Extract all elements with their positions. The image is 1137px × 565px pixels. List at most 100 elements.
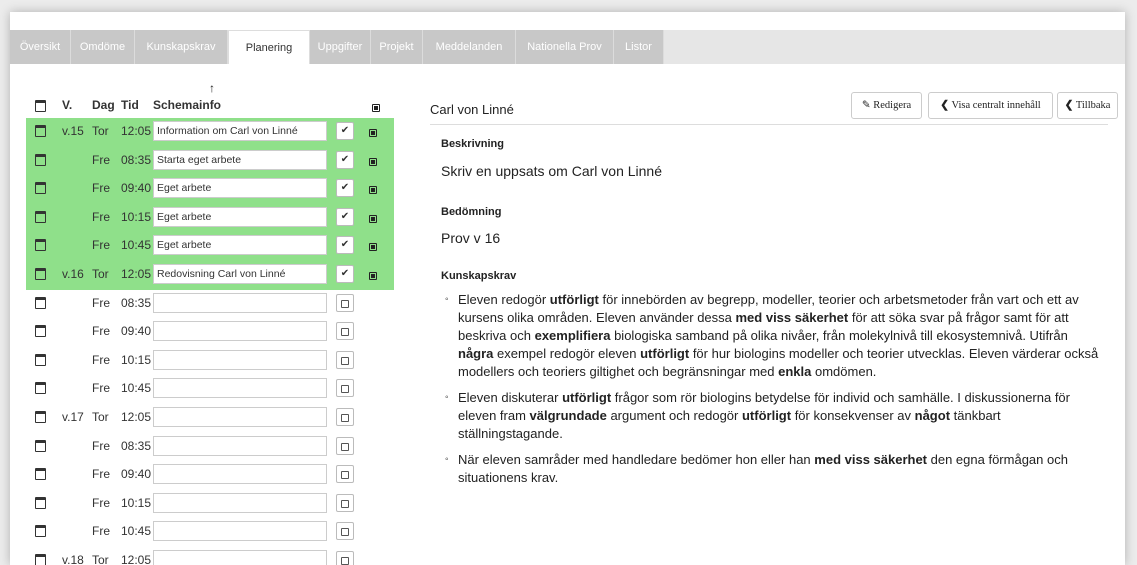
time-cell: 10:45	[121, 381, 152, 396]
calendar-icon[interactable]	[35, 382, 46, 397]
calendar-icon[interactable]	[35, 268, 46, 283]
row-checkbox[interactable]	[336, 493, 354, 512]
row-toggle-icon[interactable]	[369, 183, 377, 197]
day-cell: Fre	[92, 381, 110, 396]
row-toggle-icon[interactable]	[369, 240, 377, 254]
row-checkbox[interactable]: ✔	[336, 265, 354, 283]
table-row: Fre 08:35	[26, 290, 396, 318]
day-cell: Tor	[92, 410, 109, 424]
calendar-icon[interactable]	[35, 439, 46, 455]
calendar-icon[interactable]	[35, 296, 46, 312]
tab-oversikt[interactable]: Översikt	[10, 30, 71, 64]
table-row: Fre 10:45	[26, 375, 396, 403]
header-schemainfo[interactable]: Schemainfo	[153, 98, 221, 112]
table-row: Fre 10:15	[26, 490, 396, 518]
schemainfo-input[interactable]	[153, 521, 327, 542]
back-button[interactable]: ❮ Tillbaka	[1057, 92, 1118, 119]
day-cell: Fre	[92, 295, 110, 310]
row-checkbox[interactable]	[336, 293, 354, 312]
row-toggle-icon[interactable]	[369, 212, 377, 226]
tab-omdome[interactable]: Omdöme	[71, 30, 135, 64]
calendar-icon[interactable]	[35, 325, 46, 340]
calendar-icon[interactable]	[35, 525, 46, 540]
schemainfo-input[interactable]: Eget arbete	[153, 206, 327, 227]
row-toggle-icon[interactable]	[369, 269, 377, 283]
calendar-icon[interactable]	[35, 210, 46, 226]
schemainfo-input[interactable]: Eget arbete	[153, 235, 327, 256]
tab-meddelanden[interactable]: Meddelanden	[423, 30, 516, 64]
schemainfo-input[interactable]	[153, 349, 327, 370]
row-checkbox[interactable]: ✔	[336, 179, 354, 198]
table-row: v.15 Tor 12:05 Information om Carl von Linn…	[26, 118, 396, 146]
calendar-icon[interactable]	[35, 153, 46, 169]
table-row: v.16 Tor 12:05 Redovisning Carl von Linné ✔	[26, 261, 396, 289]
description-text: Skriv en uppsats om Carl von Linné	[441, 163, 662, 179]
edit-button[interactable]: ✎ Redigera	[851, 92, 922, 119]
calendar-icon[interactable]	[35, 496, 46, 512]
tab-nationella-prov[interactable]: Nationella Prov	[516, 30, 614, 64]
day-cell: Tor	[92, 124, 109, 138]
time-cell: 10:45	[121, 524, 152, 539]
calendar-icon[interactable]	[35, 554, 46, 565]
header-calendar-icon[interactable]	[35, 100, 46, 115]
tab-planering[interactable]: Planering	[228, 30, 310, 64]
day-cell: Fre	[92, 238, 110, 253]
schemainfo-input[interactable]	[153, 407, 327, 427]
schemainfo-input[interactable]	[153, 378, 327, 399]
day-cell: Fre	[92, 438, 110, 453]
calendar-icon[interactable]	[35, 125, 46, 140]
row-checkbox[interactable]	[336, 408, 354, 426]
time-cell: 08:35	[121, 295, 152, 310]
schemainfo-input[interactable]	[153, 464, 327, 485]
row-checkbox[interactable]	[336, 522, 354, 541]
row-toggle-icon[interactable]	[369, 155, 377, 169]
sort-arrow-icon[interactable]: ↑	[209, 81, 215, 95]
calendar-icon[interactable]	[35, 353, 46, 369]
row-checkbox[interactable]: ✔	[336, 150, 354, 169]
row-checkbox[interactable]: ✔	[336, 236, 354, 255]
show-central-content-button[interactable]: ❮ Visa centralt innehåll	[928, 92, 1053, 119]
schemainfo-input[interactable]: Eget arbete	[153, 178, 327, 199]
row-checkbox[interactable]	[336, 350, 354, 369]
row-checkbox[interactable]	[336, 551, 354, 565]
table-row: Fre 09:40	[26, 318, 396, 346]
tab-projekt[interactable]: Projekt	[371, 30, 423, 64]
calendar-icon[interactable]	[35, 411, 46, 426]
week-cell: v.18	[62, 553, 84, 565]
row-checkbox[interactable]: ✔	[336, 122, 354, 140]
header-toggle-icon[interactable]	[372, 101, 380, 115]
week-cell: v.15	[62, 124, 84, 138]
schemainfo-input[interactable]	[153, 550, 327, 565]
table-row: Fre 10:45 Eget arbete ✔	[26, 232, 396, 260]
row-checkbox[interactable]	[336, 465, 354, 484]
schemainfo-input[interactable]	[153, 435, 327, 456]
schemainfo-input[interactable]: Redovisning Carl von Linné	[153, 264, 327, 284]
schemainfo-input[interactable]	[153, 321, 327, 342]
time-cell: 12:05	[121, 553, 152, 565]
row-checkbox[interactable]	[336, 436, 354, 455]
row-toggle-icon[interactable]	[369, 126, 377, 140]
tab-kunskapskrav[interactable]: Kunskapskrav	[135, 30, 228, 64]
row-checkbox[interactable]	[336, 322, 354, 341]
assessment-label: Bedömning	[441, 206, 502, 218]
row-checkbox[interactable]: ✔	[336, 207, 354, 226]
calendar-icon[interactable]	[35, 182, 46, 197]
header-day: Dag	[92, 98, 115, 112]
schemainfo-input[interactable]	[153, 292, 327, 313]
table-row: Fre 10:15	[26, 347, 396, 375]
schemainfo-input[interactable]: Information om Carl von Linné	[153, 121, 327, 141]
schemainfo-input[interactable]: Starta eget arbete	[153, 149, 327, 170]
calendar-icon[interactable]	[35, 239, 46, 254]
table-row: Fre 10:45	[26, 518, 396, 546]
tab-listor[interactable]: Listor	[614, 30, 664, 64]
table-row: Fre 08:35 Starta eget arbete ✔	[26, 147, 396, 175]
time-cell: 10:15	[121, 495, 152, 510]
day-cell: Fre	[92, 181, 110, 196]
header-week: V.	[62, 98, 73, 112]
time-cell: 08:35	[121, 438, 152, 453]
tab-uppgifter[interactable]: Uppgifter	[310, 30, 371, 64]
schemainfo-input[interactable]	[153, 492, 327, 513]
calendar-icon[interactable]	[35, 468, 46, 483]
time-cell: 10:15	[121, 209, 152, 224]
row-checkbox[interactable]	[336, 379, 354, 398]
